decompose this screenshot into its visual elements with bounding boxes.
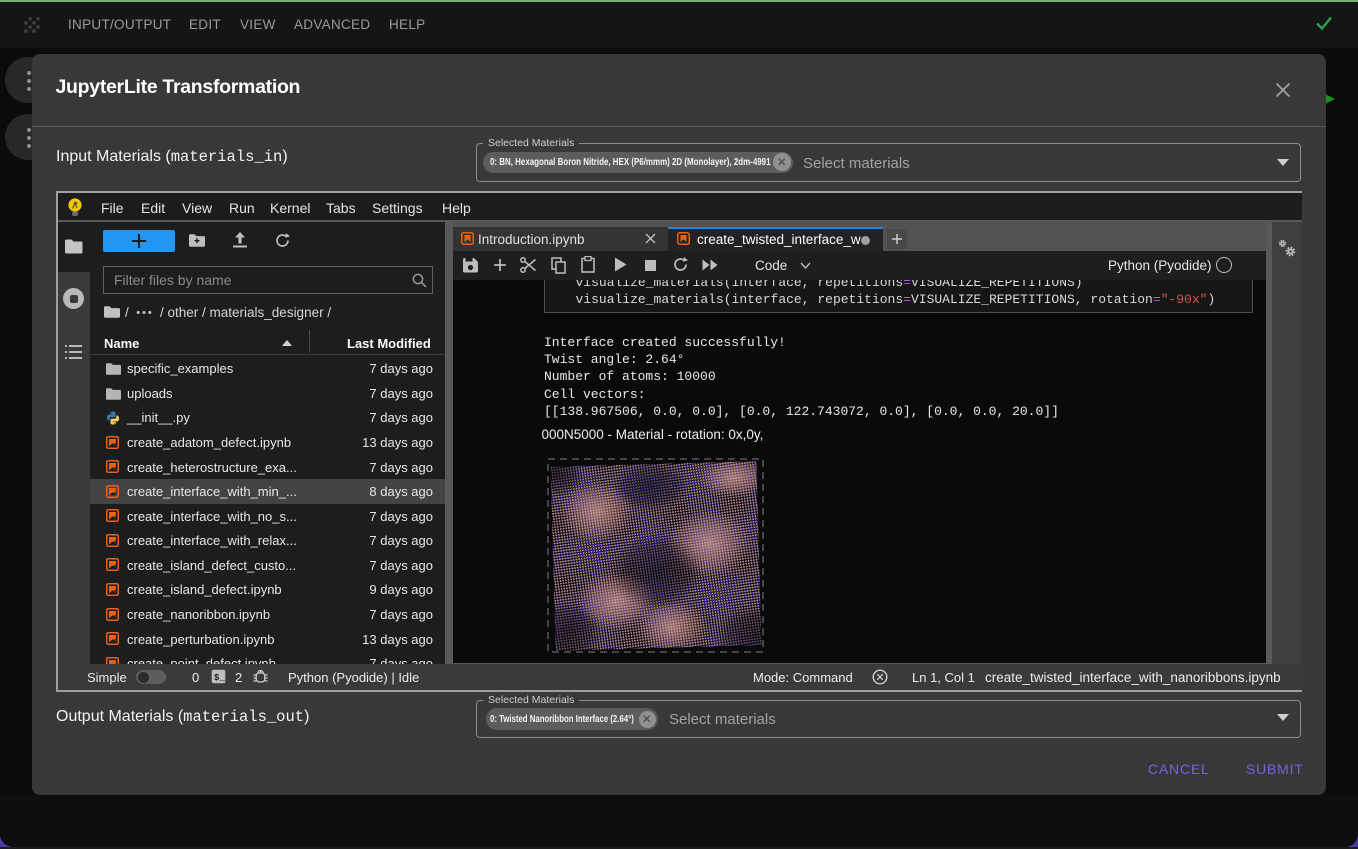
svg-text:$_: $_ bbox=[214, 673, 225, 683]
